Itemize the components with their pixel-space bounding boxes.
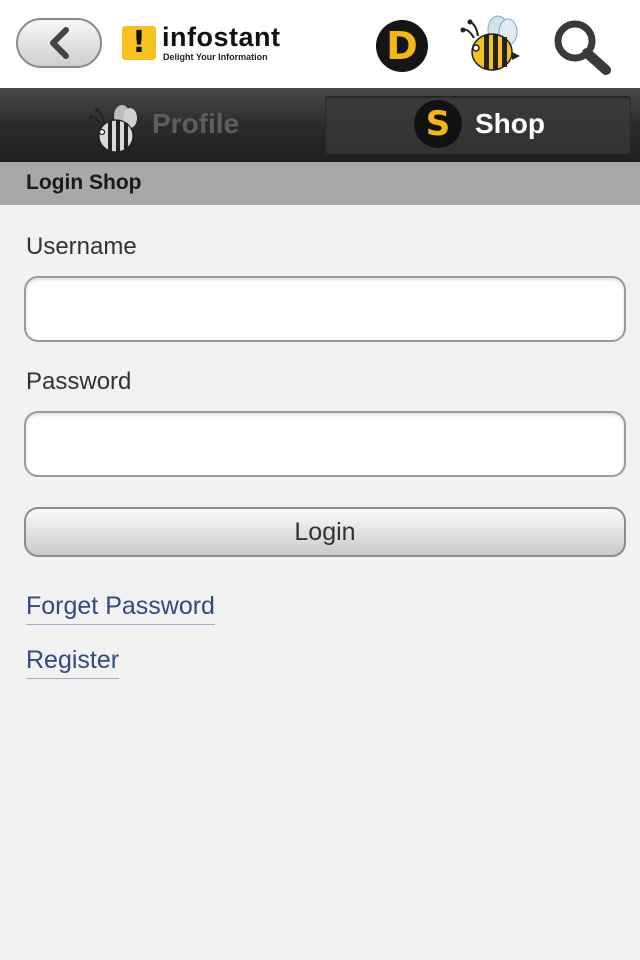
bee-icon bbox=[89, 105, 137, 153]
bee-icon[interactable] bbox=[460, 12, 520, 74]
section-header: Login Shop bbox=[0, 162, 640, 205]
logo-tagline: Delight Your Information bbox=[163, 52, 268, 62]
tab-shop-label: Shop bbox=[475, 108, 545, 139]
username-input[interactable] bbox=[24, 276, 626, 342]
password-input[interactable] bbox=[24, 411, 626, 477]
login-button[interactable]: Login bbox=[24, 507, 626, 557]
register-link[interactable]: Register bbox=[26, 646, 120, 679]
app-header: ! infostant Delight Your Information D bbox=[0, 0, 640, 88]
d-badge-icon[interactable]: D bbox=[376, 20, 428, 72]
tab-shop[interactable]: S Shop bbox=[325, 96, 631, 154]
section-title: Login Shop bbox=[26, 171, 142, 194]
search-icon[interactable] bbox=[550, 16, 612, 76]
password-label: Password bbox=[26, 368, 132, 395]
tab-bar: Profile S Shop bbox=[0, 88, 640, 162]
back-button[interactable] bbox=[16, 18, 102, 68]
chevron-left-icon bbox=[50, 27, 69, 59]
username-label: Username bbox=[26, 233, 137, 260]
forget-password-link[interactable]: Forget Password bbox=[26, 592, 215, 625]
tab-profile[interactable]: Profile bbox=[0, 88, 320, 162]
logo-name: infostant bbox=[162, 22, 281, 52]
shop-s-icon: S bbox=[414, 100, 462, 148]
logo-mark: ! bbox=[122, 26, 156, 60]
tab-profile-label: Profile bbox=[152, 108, 240, 139]
